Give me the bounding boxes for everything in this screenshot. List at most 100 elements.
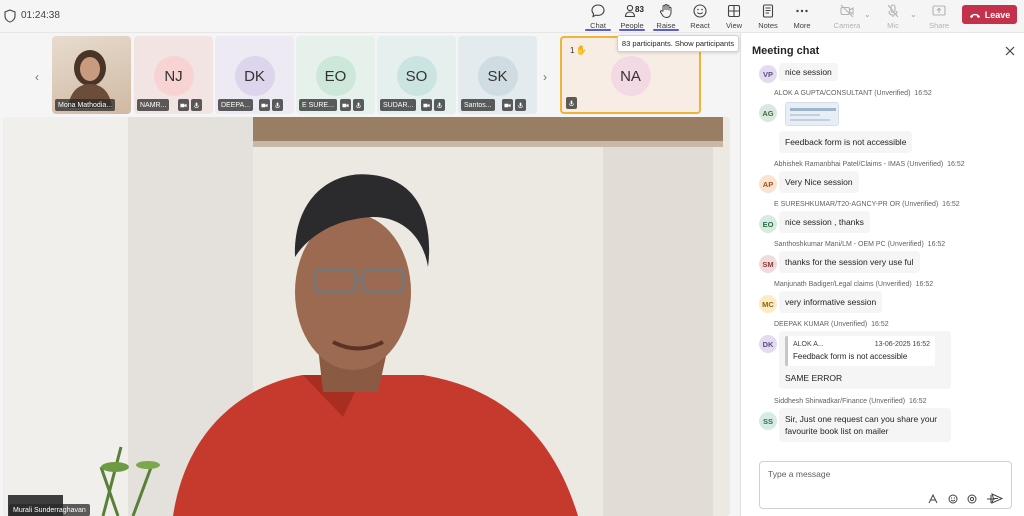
participant-tile[interactable]: SO SUDAR... — [377, 36, 456, 114]
camera-icon — [342, 103, 349, 107]
view-button[interactable]: View — [717, 2, 751, 31]
quoted-message[interactable]: ALOK A... 13-06-2025 16:52 Feedback form… — [785, 336, 935, 366]
raise-hand-button[interactable]: Raise — [649, 2, 683, 31]
message-bubble: Sir, Just one request can you share your… — [779, 408, 951, 442]
message-author: DEEPAK KUMAR (Unverified) — [774, 321, 868, 328]
camera-off-badge — [259, 99, 270, 111]
camera-off-badge — [421, 99, 432, 111]
attachment-thumbnail — [790, 108, 836, 121]
raise-hand-badge: 1 ✋ — [570, 45, 587, 56]
avatar: DK — [759, 335, 777, 353]
mic-icon — [194, 101, 199, 108]
share-icon — [932, 5, 946, 16]
image-attachment[interactable] — [785, 102, 839, 126]
grid-icon — [727, 4, 741, 18]
camera-options-chevron-icon[interactable]: ⌄ — [864, 10, 872, 19]
avatar: AG — [759, 104, 777, 122]
people-count: 83 — [635, 5, 644, 14]
top-bar: 01:24:38 Chat 83 People Raise React View… — [0, 0, 1024, 33]
message-text: SAME ERROR — [785, 373, 843, 383]
chat-button[interactable]: Chat — [581, 2, 615, 31]
message-author: E SURESHKUMAR/T20-AGNCY-PR OR (Unverifie… — [774, 201, 939, 208]
notes-button[interactable]: Notes — [751, 2, 785, 31]
camera-button[interactable]: Camera — [830, 2, 864, 31]
message-time: 16:52 — [914, 90, 932, 97]
message-text-line: Sir, Just one request can you share your — [785, 414, 938, 424]
participant-tile[interactable]: EO E SURE... — [296, 36, 375, 114]
speaker-video-image — [3, 117, 730, 516]
emoji-icon[interactable] — [948, 494, 958, 504]
send-icon[interactable] — [991, 493, 1003, 504]
mic-icon — [518, 101, 523, 108]
close-icon[interactable] — [1005, 46, 1015, 56]
camera-icon — [504, 103, 511, 107]
mic-off-badge — [434, 99, 445, 111]
chat-message-list[interactable]: VP nice session ALOK A GUPTA/CONSULTANT … — [741, 63, 1024, 483]
message-bubble: ALOK A... 13-06-2025 16:52 Feedback form… — [779, 331, 951, 389]
strip-prev-chevron-icon[interactable]: ‹ — [35, 70, 39, 84]
participant-name: DEEPA... — [218, 99, 254, 111]
quote-time: 13-06-2025 16:52 — [874, 341, 930, 348]
message-author: Siddhesh Shirwadkar/Finance (Unverified) — [774, 398, 906, 405]
avatar: VP — [759, 65, 777, 83]
mic-off-badge — [515, 99, 526, 111]
message-author: Abhishek Ramanbhai Patel/Claims - IMAS (… — [774, 161, 944, 168]
mic-button[interactable]: Mic — [876, 2, 910, 31]
participant-name: Mona Mathodia... — [55, 99, 116, 111]
participant-name: Santos... — [461, 99, 495, 111]
participant-name: NAMR... — [137, 99, 170, 111]
mic-off-badge — [566, 97, 577, 109]
message-meta: E SURESHKUMAR/T20-AGNCY-PR OR (Unverifie… — [774, 201, 960, 208]
message-bubble: thanks for the session very use ful — [779, 251, 920, 273]
meeting-chat-panel: Meeting chat VP nice session ALOK A GUPT… — [740, 33, 1024, 516]
message-time: 16:52 — [909, 398, 927, 405]
participant-tile[interactable]: NJ NAMR... — [134, 36, 213, 114]
message-meta: Manjunath Badiger/Legal claims (Unverifi… — [774, 281, 933, 288]
more-button[interactable]: More — [785, 2, 819, 31]
speaker-name-label: Murali Sunderraghavan — [9, 504, 90, 516]
avatar: SO — [396, 56, 437, 96]
leave-button[interactable]: Leave — [962, 5, 1017, 24]
participant-tile[interactable]: Mona Mathodia... — [52, 36, 131, 114]
camera-off-badge — [178, 99, 189, 111]
camera-off-icon — [840, 4, 854, 18]
message-meta: ALOK A GUPTA/CONSULTANT (Unverified) 16:… — [774, 90, 932, 97]
notes-icon — [762, 4, 774, 18]
notes-label: Notes — [758, 21, 778, 30]
smiley-icon — [693, 4, 707, 18]
share-button[interactable]: Share — [922, 2, 956, 31]
message-time: 16:52 — [871, 321, 889, 328]
chat-panel-title: Meeting chat — [752, 45, 820, 57]
message-bubble: Feedback form is not accessible — [779, 131, 913, 153]
share-label: Share — [928, 21, 949, 30]
message-meta: DEEPAK KUMAR (Unverified) 16:52 — [774, 321, 889, 328]
format-icon[interactable] — [928, 494, 938, 504]
mic-icon — [356, 101, 361, 108]
mic-options-chevron-icon[interactable]: ⌄ — [910, 10, 918, 19]
avatar: SM — [759, 255, 777, 273]
raised-hand-icon: ✋ — [575, 45, 587, 55]
view-label: View — [725, 21, 743, 30]
participant-tile[interactable]: DK DEEPA... — [215, 36, 294, 114]
avatar: NJ — [153, 56, 194, 96]
message-time: 16:52 — [927, 241, 946, 248]
message-bubble: nice session , thanks — [779, 211, 870, 233]
message-time: 16:52 — [915, 281, 934, 288]
avatar: DK — [234, 56, 275, 96]
mic-off-icon — [887, 4, 899, 18]
raise-count: 1 — [570, 46, 575, 55]
camera-icon — [180, 103, 187, 107]
message-bubble: Very Nice session — [779, 171, 859, 193]
loop-icon[interactable] — [967, 494, 977, 504]
avatar: SK — [477, 56, 518, 96]
react-button[interactable]: React — [683, 2, 717, 31]
quote-text: Feedback form is not accessible — [793, 352, 908, 361]
camera-label: Camera — [833, 21, 861, 30]
message-meta: Santhoshkumar Mani/LM - OEM PC (Unverifi… — [774, 241, 945, 248]
message-bubble: very informative session — [779, 291, 883, 313]
message-input[interactable] — [768, 469, 968, 479]
participant-tile[interactable]: SK Santos... — [458, 36, 537, 114]
people-button[interactable]: 83 People — [615, 2, 649, 31]
strip-next-chevron-icon[interactable]: › — [543, 70, 547, 84]
shield-icon — [4, 9, 16, 23]
